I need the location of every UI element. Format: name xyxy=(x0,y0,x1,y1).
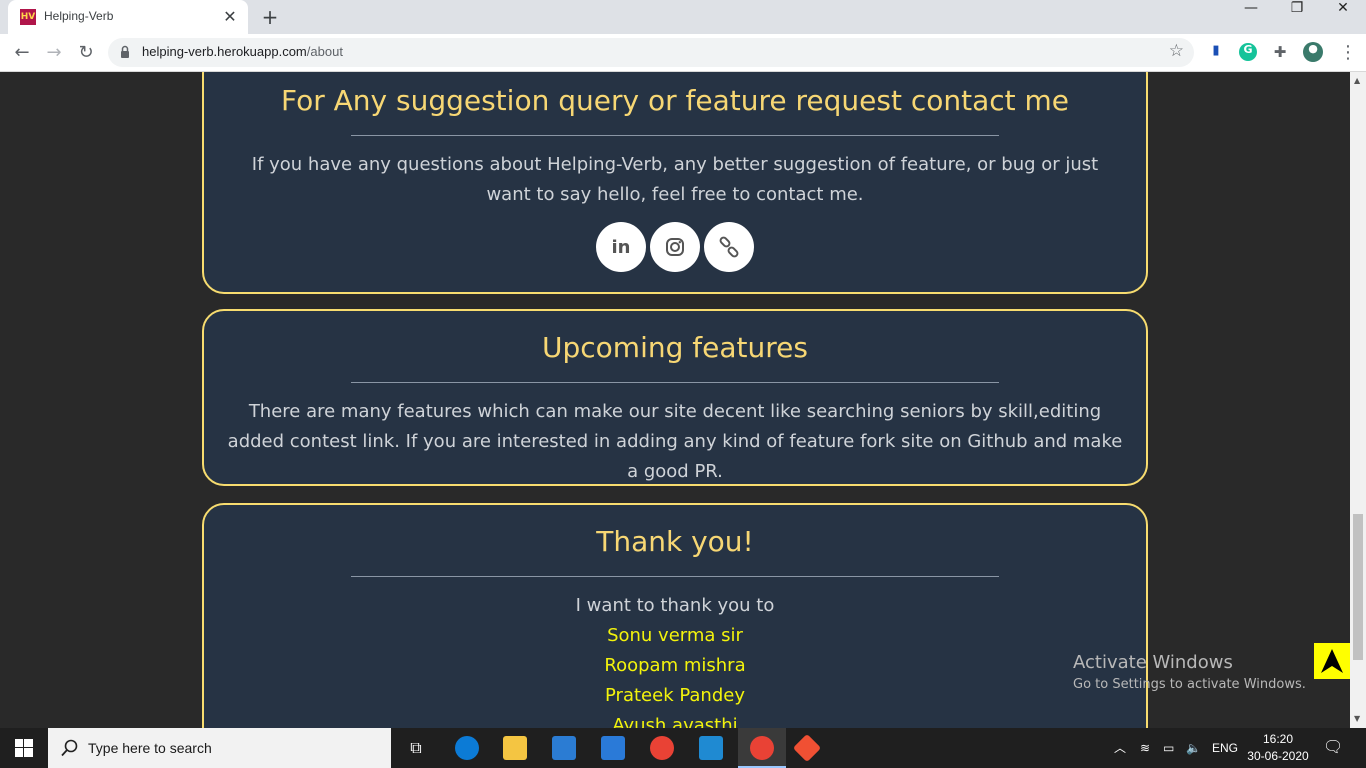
chrome-icon[interactable] xyxy=(650,736,674,760)
grammarly-icon[interactable]: G xyxy=(1239,43,1257,61)
contact-card-title: For Any suggestion query or feature requ… xyxy=(280,84,1070,117)
link-glyph xyxy=(719,236,739,258)
tab-title: Helping-Verb xyxy=(44,9,114,23)
extensions-puzzle-icon[interactable]: ✚ xyxy=(1271,43,1289,61)
minimize-button[interactable]: — xyxy=(1228,0,1274,30)
watermark-line2: Go to Settings to activate Windows. xyxy=(1073,677,1306,692)
site-favicon-icon: HV xyxy=(20,9,36,25)
browser-toolbar: ← → ↻ helping-verb.herokuapp.com/about ☆… xyxy=(0,34,1366,72)
volume-icon[interactable]: 🔈 xyxy=(1186,728,1201,768)
thanks-name-1: Sonu verma sir xyxy=(607,625,743,646)
url-host: helping-verb.herokuapp.com xyxy=(142,44,307,59)
link-icon[interactable] xyxy=(704,222,754,272)
thanks-card: Thank you! I want to thank you to Sonu v… xyxy=(202,503,1148,728)
search-placeholder: Type here to search xyxy=(88,740,212,756)
reload-icon[interactable]: ↻ xyxy=(72,39,100,67)
thanks-name-2: Roopam mishra xyxy=(604,655,746,676)
linkedin-glyph: in xyxy=(611,236,631,258)
upcoming-features-card: Upcoming features There are many feature… xyxy=(202,309,1148,486)
file-explorer-icon[interactable] xyxy=(503,736,527,760)
search-icon xyxy=(61,739,78,757)
close-window-button[interactable]: ✕ xyxy=(1320,0,1366,30)
task-view-icon[interactable]: ⧉ xyxy=(404,736,428,760)
thanks-card-title: Thank you! xyxy=(596,525,754,558)
tray-chevron-icon[interactable]: ︿ xyxy=(1114,728,1126,768)
windows-taskbar: Type here to search ⧉ ︿ ≋ ▭ 🔈 ENG 16:20 … xyxy=(0,728,1366,768)
upcoming-card-divider xyxy=(351,382,999,383)
store-icon[interactable] xyxy=(552,736,576,760)
scroll-thumb[interactable] xyxy=(1353,514,1363,660)
navigation-arrow-icon xyxy=(1321,649,1343,673)
thanks-name-3: Prateek Pandey xyxy=(605,685,745,706)
language-indicator[interactable]: ENG xyxy=(1212,728,1238,768)
git-icon[interactable] xyxy=(792,733,822,763)
vscode-icon[interactable] xyxy=(699,736,723,760)
upcoming-card-title: Upcoming features xyxy=(542,331,808,364)
instagram-icon[interactable] xyxy=(650,222,700,272)
menu-kebab-icon[interactable]: ⋮ xyxy=(1334,39,1362,67)
upcoming-card-body: There are many features which can make o… xyxy=(227,401,1123,482)
url-path: /about xyxy=(306,44,343,59)
notification-icon[interactable]: 🗨 xyxy=(1323,728,1343,768)
new-tab-button[interactable]: + xyxy=(258,5,282,29)
social-links: in xyxy=(204,222,1146,272)
clock-time: 16:20 xyxy=(1262,732,1294,746)
start-button[interactable] xyxy=(0,728,48,768)
windows-logo-icon xyxy=(15,739,33,757)
profile-avatar-icon[interactable]: ● xyxy=(1303,42,1323,62)
chrome-active-slot[interactable] xyxy=(738,728,786,768)
linkedin-icon[interactable]: in xyxy=(596,222,646,272)
scroll-down-arrow-icon[interactable]: ▼ xyxy=(1354,714,1360,723)
contact-card-body: If you have any questions about Helping-… xyxy=(251,154,1099,205)
clock-date: 30-06-2020 xyxy=(1247,749,1309,763)
mail-icon[interactable] xyxy=(601,736,625,760)
contact-card: For Any suggestion query or feature requ… xyxy=(202,72,1148,294)
chrome-active-icon xyxy=(750,736,774,760)
watermark-line1: Activate Windows xyxy=(1073,652,1233,673)
browser-tab[interactable]: HV Helping-Verb ✕ xyxy=(8,0,248,34)
flag-icon[interactable]: ▮ xyxy=(1207,43,1225,61)
page-viewport: For Any suggestion query or feature requ… xyxy=(0,72,1350,728)
thanks-intro: I want to thank you to xyxy=(575,595,775,616)
wifi-icon[interactable]: ≋ xyxy=(1140,728,1150,768)
instagram-glyph xyxy=(666,238,684,256)
edge-icon[interactable] xyxy=(455,736,479,760)
bookmark-star-icon[interactable]: ☆ xyxy=(1169,41,1184,61)
lock-icon xyxy=(121,45,129,58)
page-scrollbar[interactable]: ▲ ▼ xyxy=(1350,72,1366,728)
browser-tab-strip: HV Helping-Verb ✕ + — ❐ ✕ xyxy=(0,0,1366,34)
scroll-up-arrow-icon[interactable]: ▲ xyxy=(1354,76,1360,85)
restore-button[interactable]: ❐ xyxy=(1274,0,1320,30)
forward-arrow-icon[interactable]: → xyxy=(40,39,68,67)
address-bar[interactable]: helping-verb.herokuapp.com/about ☆ xyxy=(108,38,1194,67)
taskbar-clock[interactable]: 16:20 30-06-2020 xyxy=(1240,731,1316,765)
battery-icon[interactable]: ▭ xyxy=(1163,728,1174,768)
scroll-to-top-button[interactable] xyxy=(1314,643,1350,679)
activate-windows-watermark: Activate Windows Go to Settings to activ… xyxy=(1073,652,1306,692)
taskbar-search-box[interactable]: Type here to search xyxy=(48,728,391,768)
back-arrow-icon[interactable]: ← xyxy=(8,39,36,67)
thanks-card-divider xyxy=(351,576,999,577)
thanks-name-4: Ayush avasthi xyxy=(612,715,738,728)
tab-close-icon[interactable]: ✕ xyxy=(220,7,240,27)
contact-card-divider xyxy=(351,135,999,136)
